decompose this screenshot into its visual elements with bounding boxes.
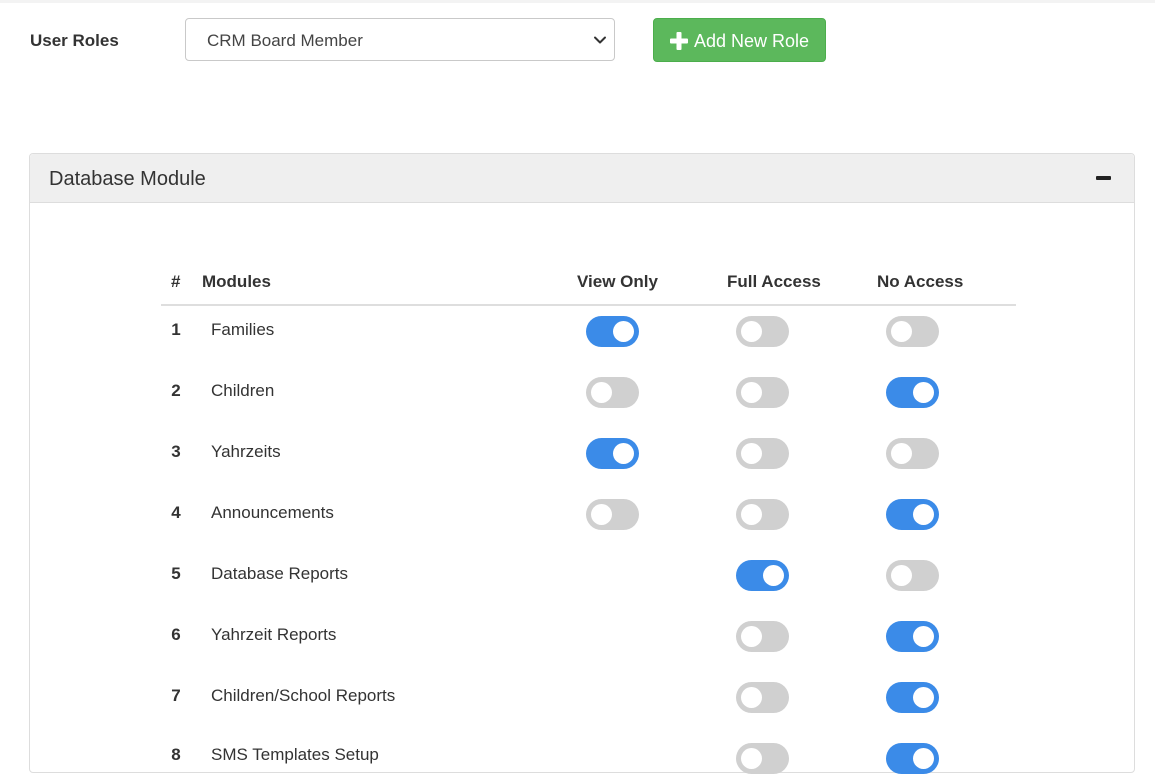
row-number: 6 <box>171 625 181 644</box>
no-access-toggle[interactable] <box>886 316 939 347</box>
module-name: Announcements <box>211 503 334 522</box>
no-access-toggle[interactable] <box>886 377 939 408</box>
row-number: 4 <box>171 503 181 522</box>
panel-title: Database Module <box>49 168 206 190</box>
column-header-full-access: Full Access <box>727 272 821 291</box>
full-access-toggle[interactable] <box>736 316 789 347</box>
chevron-down-icon <box>594 36 606 44</box>
full-access-toggle[interactable] <box>736 377 789 408</box>
no-access-toggle[interactable] <box>886 560 939 591</box>
full-access-toggle[interactable] <box>736 743 789 774</box>
add-new-role-label: Add New Role <box>694 31 810 51</box>
row-number: 8 <box>171 745 181 764</box>
row-number: 3 <box>171 442 181 461</box>
column-header-no-access: No Access <box>877 272 964 291</box>
database-module-panel: Database Module <box>29 153 1135 773</box>
minus-icon[interactable] <box>1096 174 1112 182</box>
top-divider <box>0 0 1155 3</box>
module-name: Children <box>211 381 275 400</box>
column-header-number: # <box>171 272 181 291</box>
module-name: Yahrzeit Reports <box>211 625 337 644</box>
full-access-toggle[interactable] <box>736 560 789 591</box>
no-access-toggle[interactable] <box>886 438 939 469</box>
no-access-toggle[interactable] <box>886 743 939 774</box>
full-access-toggle[interactable] <box>736 682 789 713</box>
module-name: Database Reports <box>211 564 349 583</box>
row-number: 5 <box>171 564 181 583</box>
plus-icon <box>670 32 688 50</box>
view-only-toggle[interactable] <box>586 377 639 408</box>
view-only-toggle[interactable] <box>586 316 639 347</box>
view-only-toggle[interactable] <box>586 438 639 469</box>
row-number: 1 <box>171 320 181 339</box>
full-access-toggle[interactable] <box>736 621 789 652</box>
panel-header[interactable]: Database Module <box>30 154 1134 203</box>
no-access-toggle[interactable] <box>886 682 939 713</box>
column-header-view-only: View Only <box>577 272 658 291</box>
user-role-select[interactable]: CRM Board Member <box>185 18 615 61</box>
table-header-divider <box>161 304 1016 306</box>
row-number: 7 <box>171 686 181 705</box>
module-name: Yahrzeits <box>211 442 281 461</box>
full-access-toggle[interactable] <box>736 438 789 469</box>
full-access-toggle[interactable] <box>736 499 789 530</box>
module-name: Children/School Reports <box>211 686 396 705</box>
selected-role-value: CRM Board Member <box>207 31 363 50</box>
no-access-toggle[interactable] <box>886 621 939 652</box>
row-number: 2 <box>171 381 181 400</box>
view-only-toggle[interactable] <box>586 499 639 530</box>
column-header-modules: Modules <box>202 272 271 291</box>
no-access-toggle[interactable] <box>886 499 939 530</box>
module-name: Families <box>211 320 275 339</box>
module-name: SMS Templates Setup <box>211 745 379 764</box>
user-roles-label: User Roles <box>30 31 119 50</box>
add-new-role-button[interactable]: Add New Role <box>653 18 826 62</box>
